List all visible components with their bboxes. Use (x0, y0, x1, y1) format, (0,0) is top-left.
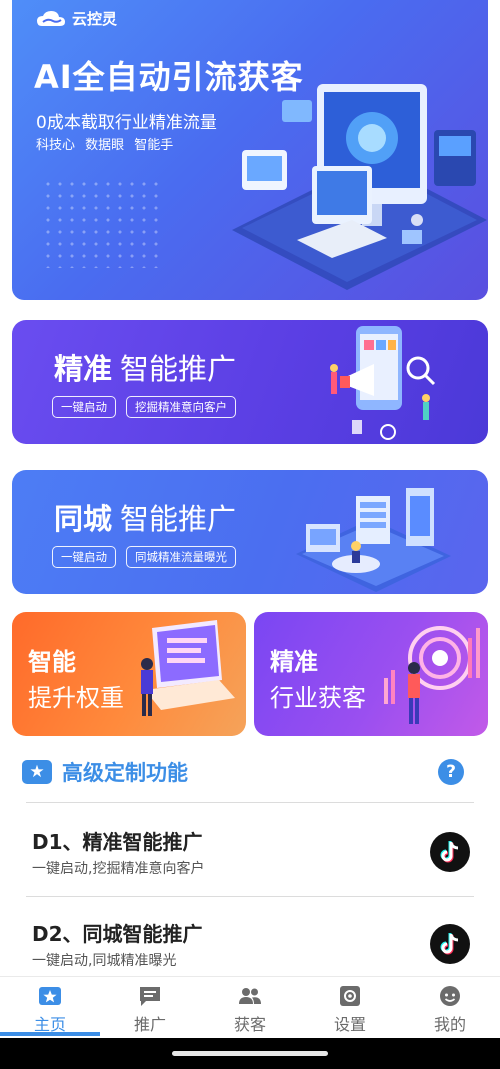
tab-settings[interactable]: 设置 (300, 977, 400, 1038)
card-tags: 一键启动 同城精准流量曝光 (52, 546, 236, 568)
douyin-icon (430, 924, 470, 964)
tab-label: 我的 (433, 1015, 466, 1034)
card-line2: 提升权重 (28, 684, 124, 712)
tab-mine[interactable]: 我的 (400, 977, 500, 1038)
bottom-tab-bar: 主页 推广 获客 设置 我的 (0, 976, 500, 1038)
card-title-bold: 同城 (54, 502, 113, 536)
tab-home[interactable]: 主页 (0, 977, 100, 1038)
tag-one-click: 一键启动 (52, 396, 116, 418)
target-person-illustration (384, 626, 480, 724)
tab-label: 获客 (233, 1015, 266, 1034)
card-title-bold: 精准 (54, 352, 113, 386)
tag-feature: 挖掘精准意向客户 (126, 396, 236, 418)
card-title-rest: 智能推广 (120, 352, 237, 386)
dot-pattern (42, 178, 162, 268)
card-title: 精准 智能推广 (54, 346, 236, 388)
divider (26, 802, 474, 803)
local-promotion-card[interactable]: 同城 智能推广 一键启动 同城精准流量曝光 (12, 470, 488, 594)
precise-promotion-card[interactable]: 精准 智能推广 一键启动 挖掘精准意向客户 (12, 320, 488, 444)
tab-customers[interactable]: 获客 (200, 977, 300, 1038)
industry-acquisition-card[interactable]: 精准 行业获客 (254, 612, 488, 736)
message-icon (140, 987, 160, 1006)
brand-logo: 云控灵 (36, 8, 117, 29)
people-icon (239, 988, 261, 1004)
card-line2: 行业获客 (270, 684, 366, 712)
tab-label: 推广 (133, 1015, 166, 1034)
cloud-logo-icon (37, 10, 65, 26)
smart-weight-card[interactable]: 智能 提升权重 (12, 612, 246, 736)
star-badge-icon: ★ (22, 760, 52, 784)
list-item-d1[interactable]: D1、精准智能推广 一键启动,挖掘精准意向客户 (32, 826, 472, 896)
hero-subtitle: 0成本截取行业精准流量 (36, 113, 217, 133)
tab-label: 设置 (333, 1015, 366, 1034)
list-item-title: D1、精准智能推广 (32, 830, 203, 854)
brand-name: 云控灵 (72, 10, 118, 28)
advanced-features-header: ★ 高级定制功能 ? (22, 752, 478, 792)
settings-icon (340, 986, 360, 1006)
tag-one-click: 一键启动 (52, 546, 116, 568)
isometric-servers-illustration (296, 488, 451, 592)
list-item-subtitle: 一键启动,同城精准曝光 (32, 953, 177, 969)
hero-keywords: 科技心 数据眼 智能手 (36, 138, 174, 153)
section-title: 高级定制功能 (62, 761, 188, 785)
active-tab-indicator (0, 1032, 100, 1036)
card-line1: 精准 (270, 648, 318, 676)
isometric-computer-illustration (232, 84, 487, 290)
hero-banner[interactable]: 云控灵 AI全自动引流获客 0成本截取行业精准流量 科技心 数据眼 智能手 (12, 0, 488, 300)
list-item-subtitle: 一键启动,挖掘精准意向客户 (32, 861, 205, 877)
app-page: 云控灵 AI全自动引流获客 0成本截取行业精准流量 科技心 数据眼 智能手 精准… (0, 0, 500, 1069)
laptop-person-illustration (141, 620, 235, 716)
card-line1: 智能 (28, 648, 76, 676)
help-icon[interactable]: ? (438, 759, 464, 785)
home-star-icon (39, 987, 61, 1005)
home-indicator[interactable] (172, 1051, 328, 1056)
list-item-title: D2、同城智能推广 (32, 922, 203, 946)
card-title-rest: 智能推广 (120, 502, 237, 536)
divider (26, 896, 474, 897)
face-icon (440, 986, 460, 1006)
card-tags: 一键启动 挖掘精准意向客户 (52, 396, 236, 418)
card-title: 同城 智能推广 (54, 496, 236, 538)
douyin-icon (430, 832, 470, 872)
tab-promotion[interactable]: 推广 (100, 977, 200, 1038)
tag-feature: 同城精准流量曝光 (126, 546, 236, 568)
phone-megaphone-illustration (330, 326, 436, 440)
